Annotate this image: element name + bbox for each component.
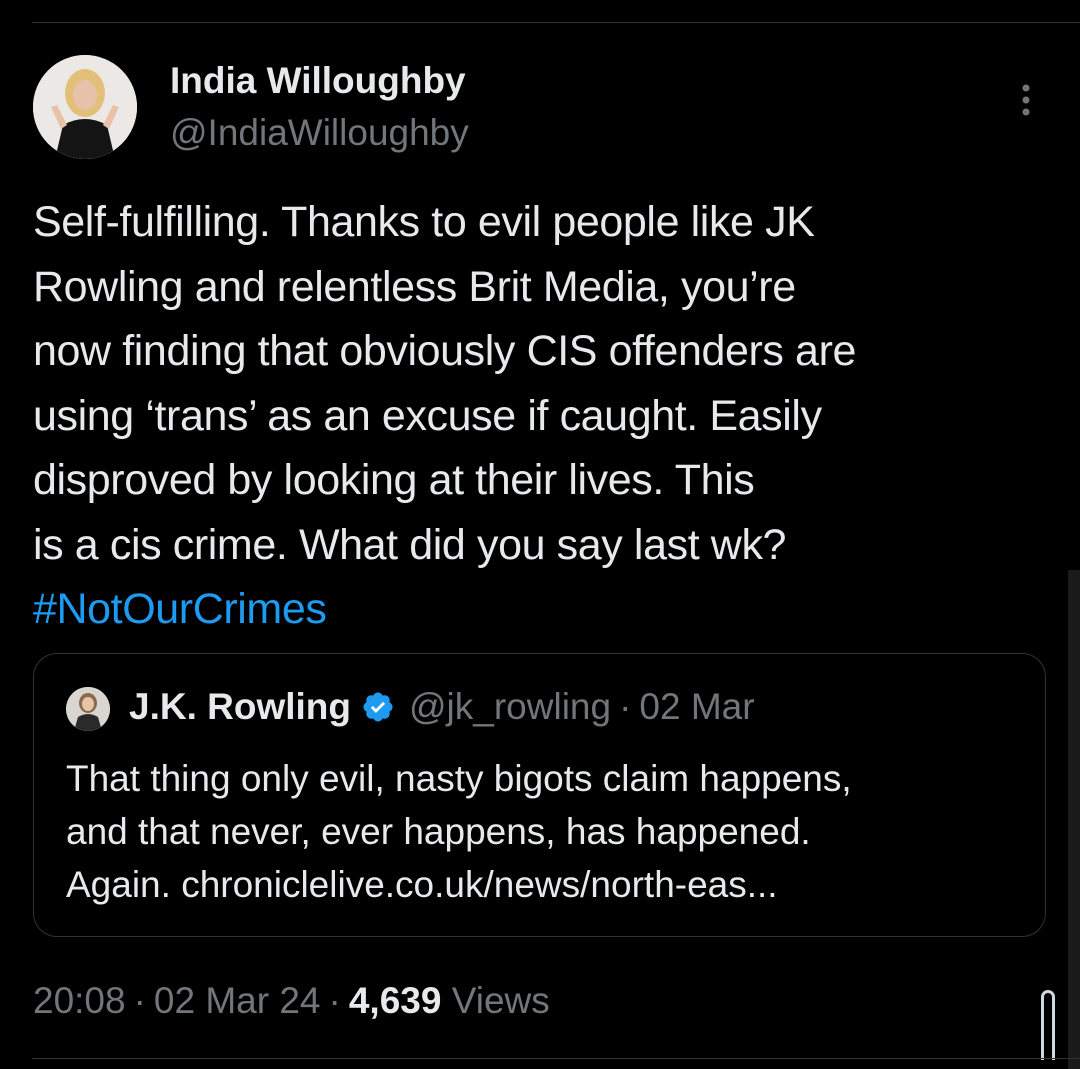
quoted-tweet-header: J.K. Rowling @jk_rowling · 02 Mar: [129, 686, 755, 728]
views-count: 4,639: [348, 980, 442, 1021]
tweet-text-line: now finding that obviously CIS offenders…: [33, 327, 856, 375]
quoted-tweet-text: That thing only evil, nasty bigots claim…: [66, 752, 1026, 911]
scrollbar-thumb[interactable]: [1041, 990, 1055, 1060]
verified-badge-icon: [363, 692, 393, 722]
quoted-text-line: and that never, ever happens, has happen…: [66, 811, 811, 852]
separator-dot: ·: [133, 980, 146, 1021]
bottom-divider: [32, 1058, 1080, 1059]
quoted-author-name: J.K. Rowling: [129, 686, 351, 727]
tweet-text-line: Rowling and relentless Brit Media, you’r…: [33, 262, 796, 311]
author-avatar[interactable]: [33, 55, 137, 159]
profile-photo-icon: [33, 55, 137, 159]
quoted-tweet-card[interactable]: J.K. Rowling @jk_rowling · 02 Mar That t…: [33, 653, 1046, 937]
top-divider: [32, 22, 1080, 23]
scrollbar-track[interactable]: [1068, 570, 1080, 1069]
quoted-text-line: That thing only evil, nasty bigots claim…: [66, 758, 852, 799]
more-vertical-icon: [1022, 84, 1030, 116]
tweet-text: Self-fulfilling. Thanks to evil people l…: [33, 190, 1063, 642]
separator-dot: ·: [619, 686, 632, 727]
views-label: Views: [451, 980, 550, 1021]
separator-dot: ·: [328, 980, 341, 1021]
profile-photo-icon: [66, 687, 110, 731]
more-options-button[interactable]: [1006, 80, 1046, 120]
quoted-text-line: Again. chroniclelive.co.uk/news/north-ea…: [66, 864, 778, 905]
tweet-text-line: disproved by looking at their lives. Thi…: [33, 456, 755, 504]
quoted-author-avatar: [66, 687, 110, 731]
tweet-meta: 20:08 · 02 Mar 24 · 4,639 Views: [33, 980, 550, 1022]
author-display-name[interactable]: India Willoughby: [170, 60, 466, 102]
quoted-tweet-date: 02 Mar: [639, 686, 755, 727]
quoted-author-handle: @jk_rowling: [409, 686, 612, 727]
tweet-text-line: is a cis crime. What did you say last wk…: [33, 520, 787, 569]
hashtag-link[interactable]: #NotOurCrimes: [33, 577, 1063, 642]
tweet-date[interactable]: 02 Mar 24: [154, 980, 321, 1021]
tweet-time[interactable]: 20:08: [33, 980, 126, 1021]
tweet-text-line: using ‘trans’ as an excuse if caught. Ea…: [33, 391, 822, 440]
author-handle[interactable]: @IndiaWilloughby: [170, 112, 469, 154]
tweet-text-line: Self-fulfilling. Thanks to evil people l…: [33, 198, 815, 246]
